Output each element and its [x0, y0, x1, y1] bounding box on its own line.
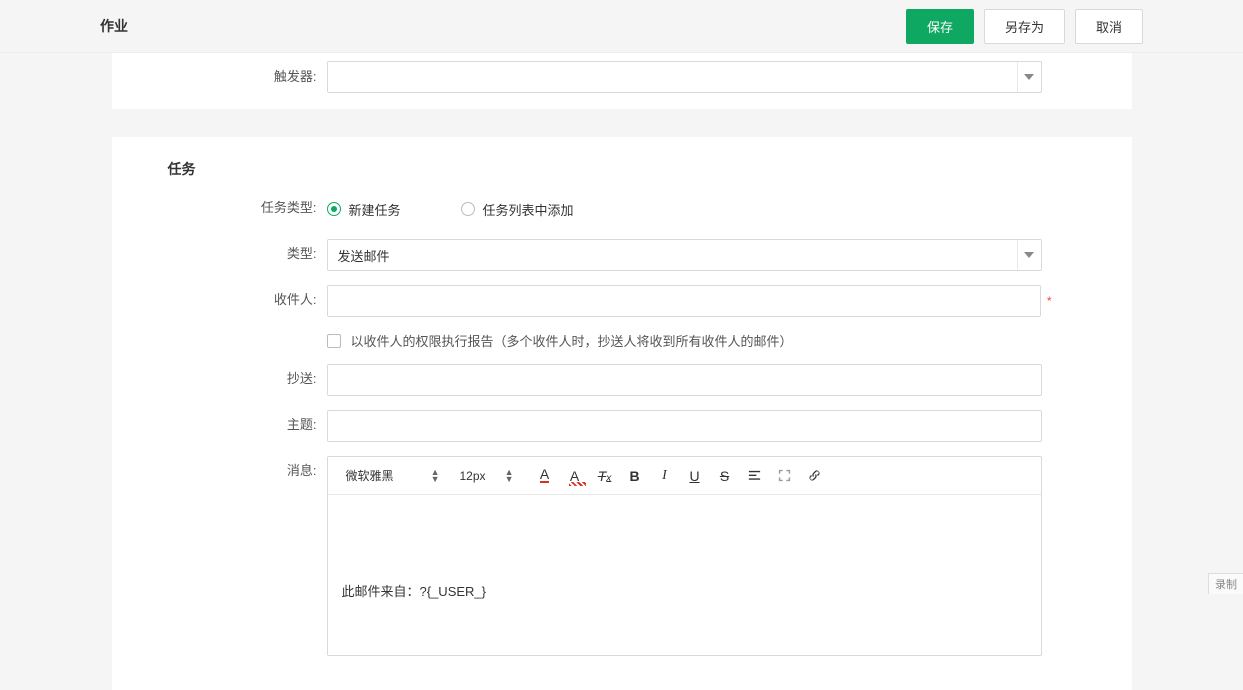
strikethrough-button[interactable]: S	[712, 463, 738, 489]
bold-button[interactable]: B	[622, 463, 648, 489]
radio-icon	[461, 202, 475, 216]
editor-text: 此邮件来自：?{_USER_}	[342, 581, 1027, 600]
message-label: 消息:	[112, 456, 327, 486]
strikethrough-icon: S	[720, 468, 729, 484]
cc-label: 抄送:	[112, 364, 327, 394]
font-family-value: 微软雅黑	[346, 467, 394, 484]
radio-label: 任务列表中添加	[483, 200, 574, 219]
editor-toolbar: 微软雅黑 ▲▼ 12px ▲▼ A A Tx	[328, 457, 1041, 495]
editor-body[interactable]: 此邮件来自：?{_USER_}	[328, 495, 1041, 655]
radio-append-task[interactable]: 任务列表中添加	[461, 200, 574, 219]
cc-input[interactable]	[327, 364, 1042, 396]
corner-tag[interactable]: 录制	[1208, 573, 1243, 594]
link-icon	[807, 468, 822, 483]
text-color-icon: A	[540, 468, 549, 483]
font-family-select[interactable]: 微软雅黑 ▲▼	[338, 463, 448, 489]
recipient-row: 收件人: *	[112, 285, 1132, 317]
required-icon: *	[1047, 294, 1052, 308]
fullscreen-icon	[777, 468, 792, 483]
rich-text-editor: 微软雅黑 ▲▼ 12px ▲▼ A A Tx	[327, 456, 1042, 656]
clear-format-button[interactable]: Tx	[592, 463, 618, 489]
task-type-label: 任务类型:	[112, 193, 327, 223]
task-type-radio-group: 新建任务 任务列表中添加	[327, 193, 574, 225]
subject-label: 主题:	[112, 410, 327, 440]
text-color-button[interactable]: A	[532, 463, 558, 489]
trigger-label: 触发器:	[112, 62, 327, 92]
save-button[interactable]: 保存	[906, 9, 974, 44]
font-size-select[interactable]: 12px ▲▼	[452, 463, 522, 489]
cancel-button[interactable]: 取消	[1075, 9, 1143, 44]
updown-icon: ▲▼	[431, 469, 440, 483]
page-title: 作业	[100, 16, 128, 36]
align-icon	[747, 468, 762, 483]
bg-color-button[interactable]: A	[562, 463, 588, 489]
recipient-input[interactable]	[327, 285, 1041, 317]
permission-note: 以收件人的权限执行报告（多个收件人时，抄送人将收到所有收件人的邮件）	[351, 331, 793, 350]
radio-new-task[interactable]: 新建任务	[327, 200, 401, 219]
bold-icon: B	[629, 468, 639, 484]
type-row: 类型: 发送邮件	[112, 239, 1132, 271]
clear-format-icon: Tx	[598, 468, 612, 484]
task-section-title: 任务	[112, 159, 1132, 193]
page-header: 作业 保存 另存为 取消	[0, 0, 1243, 53]
task-panel: 任务 任务类型: 新建任务 任务列表中添加 类型: 发送邮件	[112, 137, 1132, 690]
italic-icon: I	[662, 468, 667, 484]
type-label: 类型:	[112, 239, 327, 269]
link-button[interactable]	[802, 463, 828, 489]
subject-input[interactable]	[327, 410, 1042, 442]
permission-checkbox[interactable]	[327, 334, 341, 348]
subject-row: 主题:	[112, 410, 1132, 442]
fullscreen-button[interactable]	[772, 463, 798, 489]
italic-button[interactable]: I	[652, 463, 678, 489]
save-as-button[interactable]: 另存为	[984, 9, 1065, 44]
radio-label: 新建任务	[349, 200, 401, 219]
bg-color-icon: A	[570, 468, 579, 484]
trigger-select[interactable]	[327, 61, 1042, 93]
underline-icon: U	[689, 468, 699, 484]
chevron-down-icon	[1017, 62, 1041, 92]
updown-icon: ▲▼	[505, 469, 514, 483]
cc-row: 抄送:	[112, 364, 1132, 396]
underline-button[interactable]: U	[682, 463, 708, 489]
recipient-label: 收件人:	[112, 285, 327, 315]
message-row: 消息: 微软雅黑 ▲▼ 12px ▲▼ A A	[112, 456, 1132, 656]
permission-row: 以收件人的权限执行报告（多个收件人时，抄送人将收到所有收件人的邮件）	[327, 331, 1132, 350]
chevron-down-icon	[1017, 240, 1041, 270]
type-select[interactable]: 发送邮件	[327, 239, 1042, 271]
font-size-value: 12px	[460, 469, 486, 483]
task-type-row: 任务类型: 新建任务 任务列表中添加	[112, 193, 1132, 225]
type-select-value: 发送邮件	[338, 246, 390, 265]
header-buttons: 保存 另存为 取消	[906, 9, 1143, 44]
trigger-row: 触发器:	[112, 53, 1132, 109]
radio-icon	[327, 202, 341, 216]
align-button[interactable]	[742, 463, 768, 489]
